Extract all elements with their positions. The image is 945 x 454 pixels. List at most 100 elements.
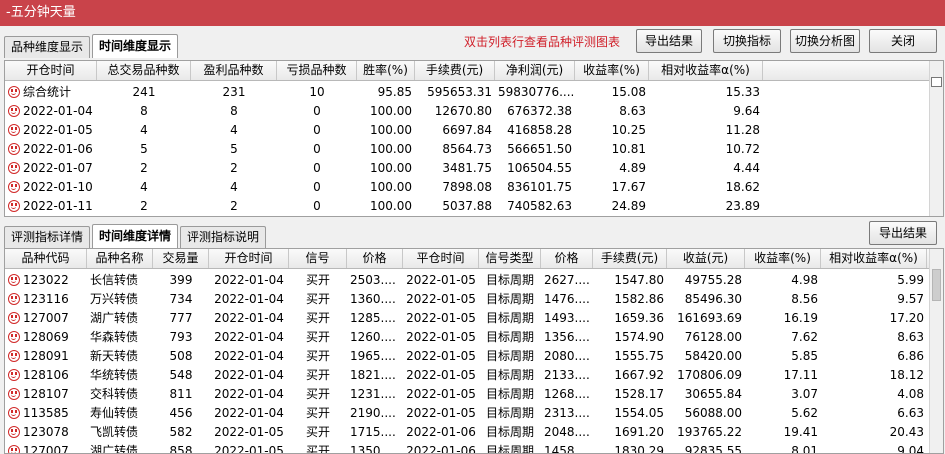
cell-relative-return: 4.08 [897, 387, 924, 401]
col-name[interactable]: 品种名称 [87, 249, 153, 268]
table-row[interactable]: 123116 万兴转债 734 2022-01-04 买开 1360.... 2… [5, 290, 929, 309]
col-signal-type[interactable]: 信号类型 [479, 249, 541, 268]
smile-icon [8, 388, 20, 400]
cell-net-profit: 106504.55 [507, 161, 572, 175]
tab-variety-dimension[interactable]: 品种维度显示 [4, 36, 91, 58]
cell-return-rate: 17.11 [783, 368, 818, 382]
col-relative-return[interactable]: 相对收益率α(%) [649, 61, 763, 80]
cell-signal: 买开 [305, 406, 330, 420]
cell-win-rate: 100.00 [370, 123, 412, 137]
col-open-price[interactable]: 价格 [347, 249, 403, 268]
smile-icon [8, 200, 20, 212]
table-row[interactable]: 2022-01-11 2 2 0 100.00 5037.88 740582.6… [5, 197, 929, 216]
export-results-button[interactable]: 导出结果 [636, 29, 702, 53]
cell-fee: 1555.75 [614, 349, 664, 363]
table-row[interactable]: 113585 寿仙转债 456 2022-01-04 买开 2190.... 2… [5, 404, 929, 423]
col-volume[interactable]: 交易量 [153, 249, 209, 268]
table-row[interactable]: 2022-01-04 8 8 0 100.00 12670.80 676372.… [5, 102, 929, 121]
tab-time-dimension[interactable]: 时间维度显示 [92, 34, 179, 58]
detail-scroll-thumb[interactable] [932, 269, 941, 301]
cell-profit: 92835.55 [684, 444, 742, 454]
cell-open-time: 2022-01-04 [214, 292, 284, 306]
col-open-time[interactable]: 开仓时间 [209, 249, 289, 268]
smile-icon [8, 86, 20, 98]
switch-chart-button[interactable]: 切换分析图 [790, 29, 860, 53]
cell-signal: 买开 [305, 330, 330, 344]
cell-code: 127007 [23, 444, 69, 454]
cell-open-time: 2022-01-04 [214, 406, 284, 420]
cell-return-rate: 16.19 [783, 311, 818, 325]
table-row[interactable]: 128091 新天转债 508 2022-01-04 买开 1965.... 2… [5, 347, 929, 366]
cell-open-price: 2190.... [350, 406, 396, 420]
summary-scroll-thumb[interactable] [931, 77, 942, 87]
switch-indicator-button[interactable]: 切换指标 [713, 29, 781, 53]
smile-icon [8, 162, 20, 174]
cell-code: 123078 [23, 425, 69, 439]
table-row[interactable]: 127007 湖广转债 858 2022-01-05 买开 1350.... 2… [5, 442, 929, 454]
cell-fee: 1582.86 [614, 292, 664, 306]
table-row[interactable]: 127007 湖广转债 777 2022-01-04 买开 1285.... 2… [5, 309, 929, 328]
cell-signal-type: 目标周期 [485, 425, 534, 439]
cell-open-time: 2022-01-05 [23, 123, 93, 137]
col-profit-varieties[interactable]: 盈利品种数 [191, 61, 277, 80]
table-row[interactable]: 123022 长信转债 399 2022-01-04 买开 2503.... 2… [5, 271, 929, 290]
detail-export-button[interactable]: 导出结果 [869, 221, 937, 245]
detail-table: 品种代码 品种名称 交易量 开仓时间 信号 价格 平仓时间 信号类型 价格 手续… [4, 248, 944, 454]
col-signal[interactable]: 信号 [289, 249, 347, 268]
cell-win-rate: 100.00 [370, 180, 412, 194]
window-title: -五分钟天量 [0, 0, 945, 26]
tab-indicator-details[interactable]: 评测指标详情 [4, 226, 91, 248]
col-net-profit[interactable]: 净利润(元) [495, 61, 575, 80]
cell-signal-type: 目标周期 [485, 273, 534, 287]
cell-net-profit: 416858.28 [507, 123, 572, 137]
col-fee[interactable]: 手续费(元) [593, 249, 667, 268]
col-fee[interactable]: 手续费(元) [415, 61, 495, 80]
col-close-time[interactable]: 平仓时间 [403, 249, 479, 268]
tab-time-details[interactable]: 时间维度详情 [92, 224, 179, 248]
detail-vertical-scrollbar[interactable] [929, 249, 943, 453]
cell-open-time: 2022-01-11 [23, 199, 93, 213]
cell-name: 华统转债 [90, 368, 139, 382]
table-row[interactable]: 2022-01-05 4 4 0 100.00 6697.84 416858.2… [5, 121, 929, 140]
table-row[interactable]: 128107 交科转债 811 2022-01-04 买开 1231.... 2… [5, 385, 929, 404]
table-row[interactable]: 128106 华统转债 548 2022-01-04 买开 1821.... 2… [5, 366, 929, 385]
table-row[interactable]: 2022-01-10 4 4 0 100.00 7898.08 836101.7… [5, 178, 929, 197]
col-relative-return[interactable]: 相对收益率α(%) [821, 249, 927, 268]
cell-close-time: 2022-01-05 [406, 311, 476, 325]
cell-profit-count: 231 [222, 85, 246, 99]
cell-open-time: 2022-01-04 [214, 273, 284, 287]
col-win-rate[interactable]: 胜率(%) [357, 61, 415, 80]
col-return-rate[interactable]: 收益率(%) [745, 249, 821, 268]
cell-profit: 193765.22 [677, 425, 742, 439]
col-total-varieties[interactable]: 总交易品种数 [97, 61, 191, 80]
close-button[interactable]: 关闭 [869, 29, 937, 53]
col-loss-varieties[interactable]: 亏损品种数 [277, 61, 357, 80]
double-click-hint: 双击列表行查看品种评测图表 [464, 35, 621, 49]
col-return-rate[interactable]: 收益率(%) [575, 61, 649, 80]
cell-code: 128091 [23, 349, 69, 363]
col-code[interactable]: 品种代码 [5, 249, 87, 268]
cell-relative-return: 4.44 [733, 161, 760, 175]
table-row[interactable]: 128069 华森转债 793 2022-01-04 买开 1260.... 2… [5, 328, 929, 347]
cell-signal-type: 目标周期 [485, 311, 534, 325]
cell-close-price: 2627.... [544, 273, 590, 287]
col-open-time[interactable]: 开仓时间 [5, 61, 97, 80]
cell-signal-type: 目标周期 [485, 368, 534, 382]
cell-close-price: 2133.... [544, 368, 590, 382]
cell-signal-type: 目标周期 [485, 292, 534, 306]
table-row[interactable]: 综合统计 241 231 10 95.85 595653.31 59830776… [5, 83, 929, 102]
summary-vertical-scrollbar[interactable] [929, 61, 943, 216]
cell-profit-count: 2 [230, 161, 238, 175]
smile-icon [8, 445, 20, 453]
cell-volume: 582 [169, 425, 193, 439]
table-row[interactable]: 2022-01-07 2 2 0 100.00 3481.75 106504.5… [5, 159, 929, 178]
tab-indicator-help[interactable]: 评测指标说明 [180, 226, 267, 248]
col-profit[interactable]: 收益(元) [667, 249, 745, 268]
cell-close-price: 2048.... [544, 425, 590, 439]
cell-profit-count: 2 [230, 199, 238, 213]
cell-name: 长信转债 [90, 273, 139, 287]
col-close-price[interactable]: 价格 [541, 249, 593, 268]
table-row[interactable]: 123078 飞凯转债 582 2022-01-05 买开 1715.... 2… [5, 423, 929, 442]
cell-signal-type: 目标周期 [485, 444, 534, 454]
table-row[interactable]: 2022-01-06 5 5 0 100.00 8564.73 566651.5… [5, 140, 929, 159]
